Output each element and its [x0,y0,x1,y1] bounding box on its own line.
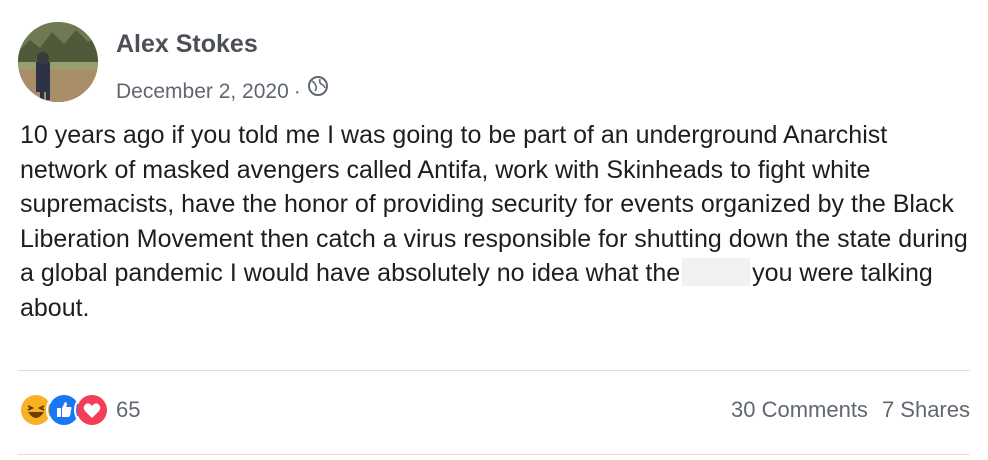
divider [18,454,970,455]
reaction-count[interactable]: 65 [116,397,140,423]
redaction-block [682,258,751,286]
divider [18,370,970,371]
meta-separator: · [293,80,301,103]
reactions-summary[interactable]: 65 [18,392,140,428]
post-header: Alex Stokes December 2, 2020 · [18,20,978,110]
author-name[interactable]: Alex Stokes [116,30,258,59]
shares-link[interactable]: 7 Shares [882,397,970,423]
avatar[interactable] [18,22,98,102]
globe-icon[interactable] [307,75,329,97]
post-text: 10 years ago if you told me I was going … [20,118,975,325]
post-body: 10 years ago if you told me I was going … [20,118,975,325]
avatar-photo [18,22,98,102]
post-stats: 30 Comments 7 Shares [731,397,970,423]
post-footer: 65 30 Comments 7 Shares [18,390,970,434]
post-date[interactable]: December 2, 2020 [116,80,289,104]
post-meta: December 2, 2020 · [116,76,329,104]
love-icon [74,392,110,428]
comments-link[interactable]: 30 Comments [731,397,868,423]
